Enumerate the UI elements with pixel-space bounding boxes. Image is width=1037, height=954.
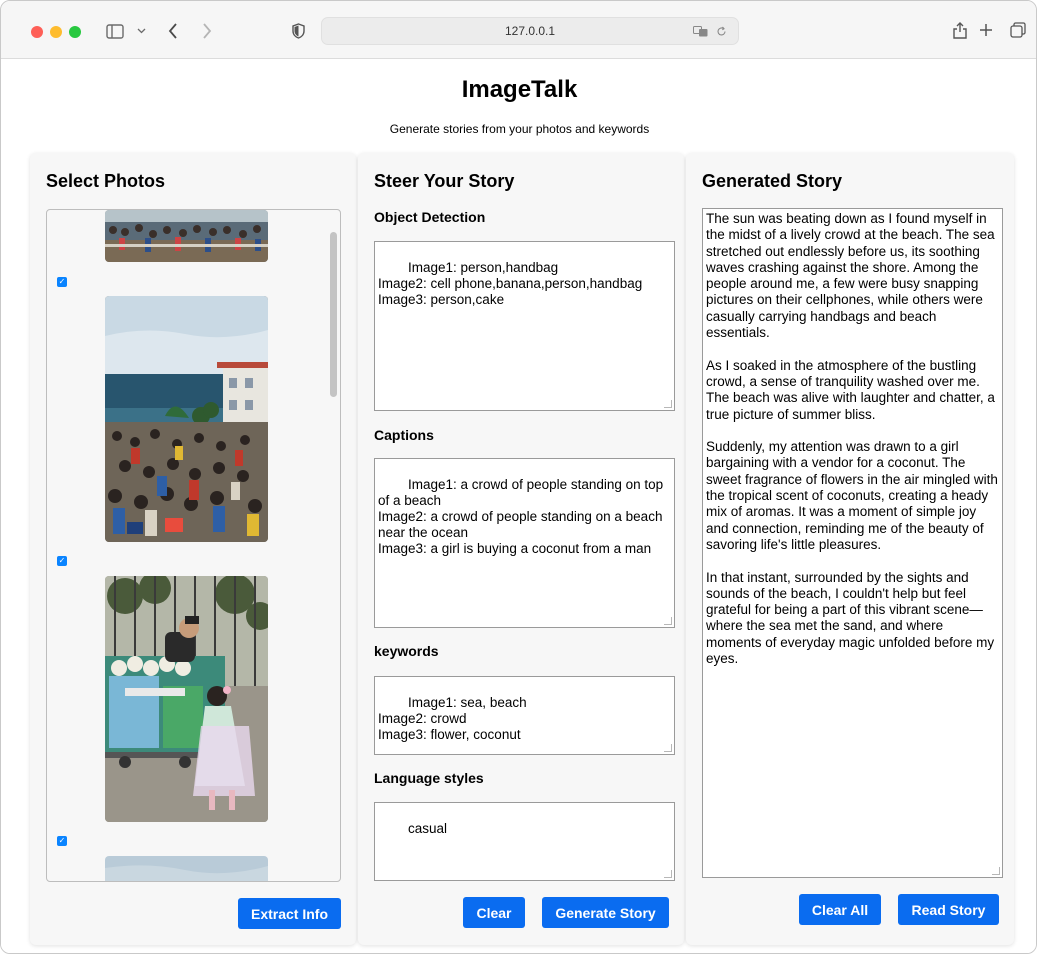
steer-story-title: Steer Your Story — [374, 171, 515, 191]
photo-1-checkbox[interactable]: ✓ — [57, 277, 67, 287]
steer-story-panel: Steer Your Story Object Detection Image1… — [358, 153, 684, 945]
zoom-window-button[interactable] — [69, 26, 81, 38]
story-textarea[interactable]: The sun was beating down as I found myse… — [702, 208, 1003, 878]
language-styles-textarea[interactable]: casual — [374, 802, 675, 881]
generated-story-title: Generated Story — [702, 171, 843, 191]
object-detection-label: Object Detection — [374, 209, 486, 225]
share-icon[interactable] — [951, 20, 969, 40]
story-paragraph: Suddenly, my attention was drawn to a gi… — [706, 439, 998, 552]
translate-icon[interactable] — [692, 24, 708, 38]
generated-story-panel: Generated Story The sun was beating down… — [686, 153, 1014, 945]
captions-label: Captions — [374, 427, 434, 443]
privacy-shield-icon[interactable] — [289, 22, 307, 40]
keywords-textarea[interactable]: Image1: sea, beach Image2: crowd Image3:… — [374, 676, 675, 755]
clear-button[interactable]: Clear — [463, 897, 525, 928]
photo-list-scrollbar[interactable] — [330, 232, 337, 397]
language-styles-label: Language styles — [374, 770, 484, 786]
resize-handle[interactable] — [992, 867, 1000, 875]
keywords-label: keywords — [374, 643, 439, 659]
photo-list[interactable]: ✓ ✓ ✓ — [46, 209, 341, 882]
minimize-window-button[interactable] — [50, 26, 62, 38]
extract-info-button[interactable]: Extract Info — [238, 898, 341, 929]
select-photos-panel: Select Photos ✓ ✓ ✓ Extract Info — [30, 153, 356, 945]
chevron-down-icon[interactable] — [135, 24, 147, 38]
clear-all-button[interactable]: Clear All — [799, 894, 881, 925]
tab-overview-icon[interactable] — [1009, 21, 1027, 39]
resize-handle[interactable] — [664, 870, 672, 878]
forward-icon[interactable] — [199, 21, 215, 41]
back-icon[interactable] — [165, 21, 181, 41]
app-subtitle: Generate stories from your photos and ke… — [389, 122, 650, 136]
photo-1-beach-crowd[interactable] — [105, 210, 268, 262]
address-bar[interactable]: 127.0.0.1 — [321, 17, 739, 45]
photo-3-coconut-vendor[interactable] — [105, 576, 268, 822]
resize-handle[interactable] — [664, 744, 672, 752]
captions-value: Image1: a crowd of people standing on to… — [378, 477, 664, 556]
story-paragraph: As I soaked in the atmosphere of the bus… — [706, 357, 995, 422]
browser-window: 127.0.0.1 ImageTalk Generate stories fro… — [0, 0, 1037, 954]
sidebar-icon[interactable] — [105, 22, 125, 40]
read-story-button[interactable]: Read Story — [898, 894, 999, 925]
url-text: 127.0.0.1 — [504, 24, 556, 38]
photo-3-checkbox[interactable]: ✓ — [57, 836, 67, 846]
photo-2-beach-ocean[interactable] — [105, 296, 268, 542]
generate-story-button[interactable]: Generate Story — [542, 897, 669, 928]
app-title: ImageTalk — [461, 76, 578, 103]
photo-2-checkbox[interactable]: ✓ — [57, 556, 67, 566]
object-detection-value: Image1: person,handbag Image2: cell phon… — [378, 260, 643, 307]
captions-textarea[interactable]: Image1: a crowd of people standing on to… — [374, 458, 675, 628]
language-styles-value: casual — [408, 821, 448, 836]
resize-handle[interactable] — [664, 400, 672, 408]
close-window-button[interactable] — [31, 26, 43, 38]
browser-toolbar: 127.0.0.1 — [1, 1, 1036, 59]
resize-handle[interactable] — [664, 617, 672, 625]
story-paragraph: The sun was beating down as I found myse… — [706, 211, 995, 341]
page-content: ImageTalk Generate stories from your pho… — [1, 60, 1036, 953]
reload-icon[interactable] — [714, 24, 728, 38]
story-paragraph: In that instant, surrounded by the sight… — [706, 569, 995, 667]
photo-4-partial[interactable] — [105, 856, 268, 881]
select-photos-title: Select Photos — [46, 171, 166, 191]
new-tab-icon[interactable] — [977, 21, 995, 39]
object-detection-textarea[interactable]: Image1: person,handbag Image2: cell phon… — [374, 241, 675, 411]
keywords-value: Image1: sea, beach Image2: crowd Image3:… — [378, 695, 527, 742]
